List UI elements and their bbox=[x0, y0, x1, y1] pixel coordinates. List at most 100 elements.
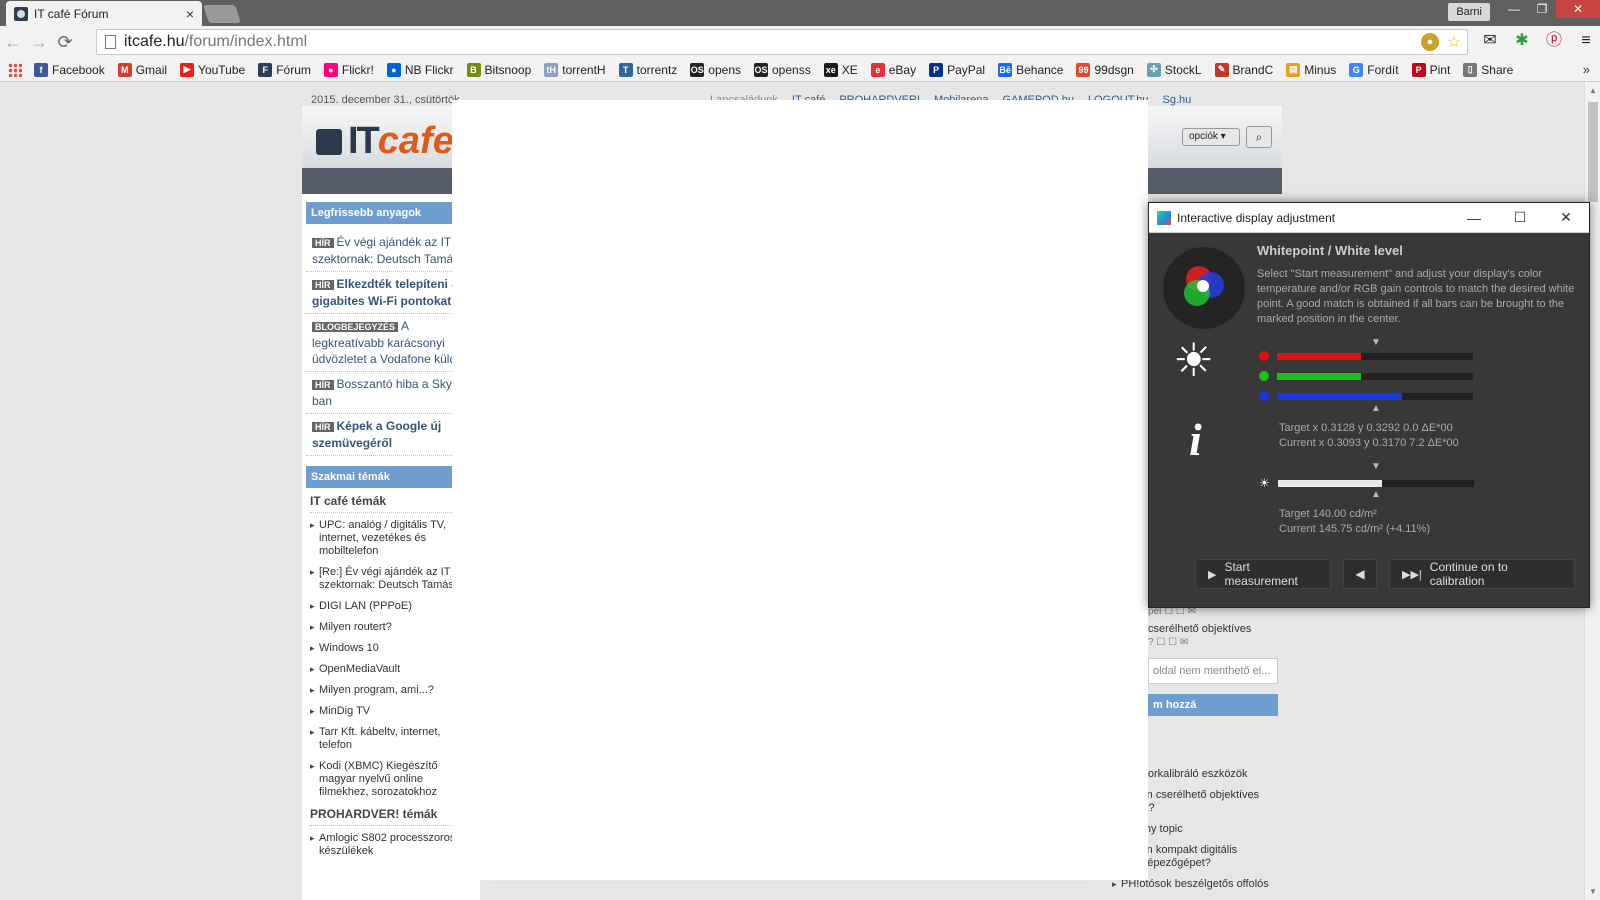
topic-link[interactable]: UPC: analóg / digitális TV, internet, ve… bbox=[310, 519, 472, 558]
back-icon[interactable]: ← bbox=[0, 32, 26, 53]
pinterest-icon[interactable]: ⓟ bbox=[1544, 31, 1564, 51]
news-title: Év végi ajándék az IT szektornak: Deutsc… bbox=[312, 235, 460, 266]
restore-icon[interactable]: ❐ bbox=[1528, 0, 1556, 18]
menu-icon[interactable]: ≡ bbox=[1576, 31, 1596, 51]
channel-track bbox=[1277, 372, 1473, 380]
bookmark-item[interactable]: P PayPal bbox=[929, 62, 986, 77]
bookmark-favicon-icon: T bbox=[618, 62, 633, 77]
new-tab-button[interactable] bbox=[203, 5, 241, 23]
displaycal-app-icon bbox=[1157, 210, 1171, 225]
news-item[interactable]: HÍR Elkezdték telepíteni a gigabites Wi-F… bbox=[306, 272, 476, 314]
minimize-icon[interactable]: — bbox=[1500, 0, 1528, 18]
right-topic-text[interactable]: cserélhető objektíves bbox=[1148, 623, 1278, 635]
bookmark-label: torrentH bbox=[562, 62, 606, 77]
bookmarks-more-icon[interactable]: » bbox=[1583, 62, 1590, 77]
bookmark-label: YouTube bbox=[198, 62, 246, 77]
logo-mark-icon bbox=[316, 128, 342, 155]
bookmark-label: Facebook bbox=[52, 62, 105, 77]
topic-link[interactable]: Windows 10 bbox=[310, 642, 472, 655]
bookmark-label: PayPal bbox=[947, 62, 986, 77]
channel-fill bbox=[1277, 352, 1361, 360]
bookmark-item[interactable]: ▯ Share bbox=[1463, 62, 1513, 77]
search-icon[interactable]: ⌕ bbox=[1246, 126, 1272, 148]
news-tag: BLOGBEJEGYZÉS bbox=[312, 322, 399, 332]
topic-link[interactable]: DIGI LAN (PPPoE) bbox=[310, 600, 472, 613]
topic-link[interactable]: Milyen program, ami...? bbox=[310, 684, 472, 697]
extension-puzzle-icon[interactable]: ✱ bbox=[1512, 31, 1532, 51]
scroll-thumb[interactable] bbox=[1588, 102, 1598, 202]
bookmark-item[interactable]: ● Flickr! bbox=[323, 62, 374, 77]
dialog-minimize-icon[interactable]: — bbox=[1451, 210, 1497, 226]
itcafe-topics-subheading: IT café témák bbox=[310, 494, 472, 513]
forward-icon[interactable]: → bbox=[26, 32, 52, 53]
bookmark-item[interactable]: OS opens bbox=[690, 62, 741, 77]
mail-icon[interactable]: ✉ bbox=[1480, 31, 1500, 51]
continue-calibration-button[interactable]: ▶▶| Continue on to calibration bbox=[1389, 559, 1575, 589]
luminance-readout: Target 140.00 cd/m² Current 145.75 cd/m²… bbox=[1279, 507, 1430, 537]
address-bar[interactable]: itcafe.hu/forum/index.html ● ☆ bbox=[96, 29, 1468, 55]
url-text: itcafe.hu/forum/index.html bbox=[124, 33, 308, 50]
browser-titlebar: IT café Fórum × Barni — ❐ ✕ bbox=[0, 0, 1600, 26]
bookmark-favicon-icon: ▯ bbox=[1463, 62, 1478, 77]
close-window-icon[interactable]: ✕ bbox=[1556, 0, 1600, 18]
itcafe-logo[interactable]: IT cafe bbox=[316, 120, 454, 163]
bookmark-item[interactable]: e eBay bbox=[870, 62, 916, 77]
apps-grid-icon[interactable] bbox=[8, 62, 22, 77]
scroll-down-icon[interactable]: ▼ bbox=[1589, 887, 1597, 896]
bookmark-item[interactable]: B Bitsnoop bbox=[466, 62, 531, 77]
topic-link[interactable]: Kodi (XBMC) Kiegészítő magyar nyelvű onl… bbox=[310, 760, 472, 799]
blank-overlay bbox=[452, 100, 1148, 880]
bookmark-item[interactable]: ✣ StockL bbox=[1146, 62, 1202, 77]
bookmark-item[interactable]: ● NB Flickr bbox=[386, 62, 454, 77]
extension-icon[interactable]: ● bbox=[1421, 33, 1439, 51]
profile-button[interactable]: Barni bbox=[1448, 3, 1490, 21]
tab-close-icon[interactable]: × bbox=[186, 6, 194, 22]
news-item[interactable]: HÍR Képek a Google új szemüvegéről bbox=[306, 414, 476, 456]
luminance-fill bbox=[1277, 479, 1382, 487]
bookmark-item[interactable]: ▤ Minus bbox=[1286, 62, 1337, 77]
bookmark-item[interactable]: xe XE bbox=[823, 62, 858, 77]
bookmarks-bar: f Facebook M Gmail ▶ YouTube F Fórum ● Flickr! ● NB… bbox=[0, 58, 1600, 82]
sister-site-link[interactable]: Sg.hu bbox=[1163, 94, 1192, 106]
news-item[interactable]: BLOGBEJEGYZÉS A legkreatívabb karácsonyi … bbox=[306, 314, 476, 372]
browser-tab[interactable]: IT café Fórum × bbox=[6, 1, 202, 26]
bookmark-item[interactable]: ✎ BrandC bbox=[1214, 62, 1273, 77]
dialog-maximize-icon[interactable]: ☐ bbox=[1497, 209, 1543, 226]
news-tag: HÍR bbox=[312, 380, 334, 390]
bookmark-star-icon[interactable]: ☆ bbox=[1445, 33, 1463, 51]
topic-link[interactable]: Amlogic S802 processzoros készülékek bbox=[310, 832, 472, 858]
bookmark-item[interactable]: f Facebook bbox=[34, 62, 105, 77]
itcafe-favicon-icon bbox=[14, 6, 28, 21]
options-dropdown[interactable]: opciók ▾ bbox=[1182, 128, 1240, 146]
bookmark-favicon-icon: tH bbox=[544, 62, 559, 77]
topic-link[interactable]: Tarr Kft. kábeltv, internet, telefon bbox=[310, 726, 472, 752]
lum-marker-top-icon: ▼ bbox=[1371, 461, 1381, 472]
bookmark-item[interactable]: tH torrentH bbox=[544, 62, 606, 77]
bookmark-favicon-icon: P bbox=[929, 62, 944, 77]
bookmark-item[interactable]: G Fordít bbox=[1349, 62, 1399, 77]
bookmark-item[interactable]: 99 99dsgn bbox=[1076, 62, 1134, 77]
topic-link[interactable]: MinDig TV bbox=[310, 705, 472, 718]
dialog-close-icon[interactable]: ✕ bbox=[1543, 209, 1589, 226]
bookmark-item[interactable]: ▶ YouTube bbox=[180, 62, 246, 77]
bookmark-item[interactable]: OS openss bbox=[754, 62, 811, 77]
topic-link[interactable]: Milyen routert? bbox=[310, 621, 472, 634]
right-note-field[interactable]: oldal nem menthető el... bbox=[1148, 658, 1278, 684]
bookmark-favicon-icon: G bbox=[1349, 62, 1364, 77]
bookmark-item[interactable]: M Gmail bbox=[117, 62, 167, 77]
start-measurement-button[interactable]: ▶ Start measurement bbox=[1195, 559, 1331, 589]
bookmark-item[interactable]: P Pint bbox=[1411, 62, 1450, 77]
reload-icon[interactable]: ⟳ bbox=[52, 32, 78, 53]
bookmark-item[interactable]: Bē Behance bbox=[998, 62, 1063, 77]
dialog-description: Select "Start measurement" and adjust yo… bbox=[1257, 268, 1575, 325]
topic-link[interactable]: OpenMediaVault bbox=[310, 663, 472, 676]
bookmark-label: Minus bbox=[1304, 62, 1337, 77]
bookmark-item[interactable]: F Fórum bbox=[258, 62, 311, 77]
topic-link[interactable]: [Re:] Év végi ajándék az IT szektornak: … bbox=[310, 566, 472, 592]
bookmark-item[interactable]: Ttorrentz bbox=[618, 62, 678, 77]
news-item[interactable]: HÍR Bosszantó hiba a Skype-ban bbox=[306, 372, 476, 414]
news-item[interactable]: HÍR Év végi ajándék az IT szektornak: Deu… bbox=[306, 230, 476, 272]
back-button[interactable]: ◀ bbox=[1343, 559, 1377, 589]
bookmark-label: torrentz bbox=[636, 62, 678, 77]
scroll-up-icon[interactable]: ▲ bbox=[1589, 86, 1597, 95]
